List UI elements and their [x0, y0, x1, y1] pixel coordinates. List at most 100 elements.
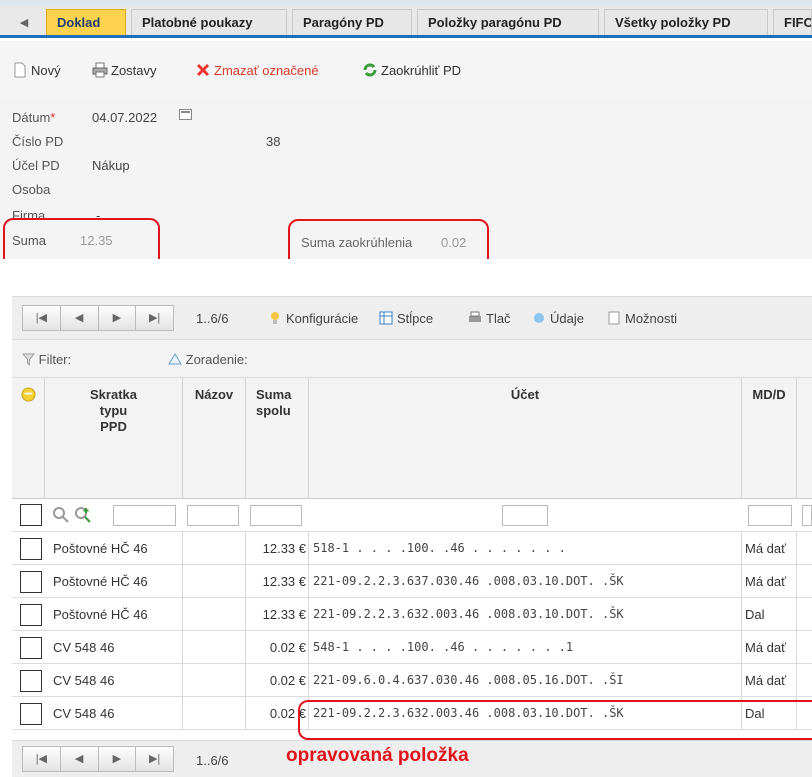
funnel-icon — [21, 353, 36, 367]
tab-paragony-pd[interactable]: Paragóny PD — [292, 9, 412, 35]
row-select — [12, 664, 45, 697]
cell-type: CV 548 46 — [45, 664, 183, 697]
document-toolbar: Nový Zostavy Zmazať označené Zaokrúhliť … — [0, 41, 812, 100]
first-page-icon[interactable]: |◀ — [23, 747, 61, 771]
number-value: 38 — [266, 134, 281, 149]
bottom-page-info: 1..6/6 — [196, 753, 229, 768]
last-page-icon[interactable]: ▶| — [136, 306, 173, 330]
filter-button[interactable]: Filter: — [21, 352, 71, 367]
data-button[interactable]: Údaje — [532, 311, 584, 326]
row-checkbox[interactable] — [20, 670, 42, 692]
round-label: Zaokrúhliť PD — [381, 63, 462, 78]
bulb-icon — [271, 312, 279, 324]
printer-icon — [92, 62, 108, 78]
tab-fifo[interactable]: FIFO — [773, 9, 812, 35]
cell-type: CV 548 46 — [45, 631, 183, 664]
row-checkbox[interactable] — [20, 571, 42, 593]
header-sum[interactable]: Suma spolu — [246, 378, 309, 498]
bottom-pager-buttons: |◀ ◀ ▶ ▶| — [22, 746, 174, 772]
config-button[interactable]: Konfigurácie — [268, 311, 358, 326]
cell-name — [183, 598, 246, 631]
cell-name — [183, 697, 246, 730]
table-row[interactable]: Poštovné HČ 46 12.33 € 221-09.2.2.3.637.… — [12, 565, 812, 598]
document-icon — [14, 62, 26, 78]
print-button[interactable]: Tlač — [468, 311, 511, 326]
tab-platobne-poukazy[interactable]: Platobné poukazy — [131, 9, 287, 35]
header-extra — [797, 378, 812, 498]
purpose-label: Účel PD — [12, 158, 60, 173]
row-select — [12, 532, 45, 565]
reports-button[interactable]: Zostavy — [92, 61, 157, 81]
cell-name — [183, 631, 246, 664]
search-plus-icon[interactable] — [74, 506, 92, 524]
first-page-icon[interactable]: |◀ — [23, 306, 61, 330]
tab-polozky-paragonu-pd[interactable]: Položky paragónu PD — [417, 9, 599, 35]
cell-sum: 0.02 € — [246, 664, 309, 697]
cell-type: Poštovné HČ 46 — [45, 565, 183, 598]
next-page-icon[interactable]: ▶ — [99, 306, 137, 330]
cell-type: CV 548 46 — [45, 697, 183, 730]
page-info: 1..6/6 — [196, 311, 229, 326]
round-button[interactable]: Zaokrúhliť PD — [362, 61, 461, 81]
delete-selected-button[interactable]: Zmazať označené — [195, 61, 319, 81]
date-label: Dátum* — [12, 110, 56, 125]
delete-label: Zmazať označené — [214, 63, 319, 78]
table-row[interactable]: Poštovné HČ 46 12.33 € 221-09.2.2.3.632.… — [12, 598, 812, 631]
row-checkbox[interactable] — [20, 703, 42, 725]
tab-vsetky-polozky-pd[interactable]: Všetky položky PD — [604, 9, 768, 35]
cell-account: 518-1 . . . .100. .46 . . . . . . . — [309, 532, 742, 565]
account-filter-input[interactable] — [502, 505, 548, 526]
name-filter-input[interactable] — [187, 505, 239, 526]
header-name[interactable]: Názov — [183, 378, 246, 498]
type-filter-input[interactable] — [113, 505, 176, 526]
header-mdd[interactable]: MD/D — [742, 378, 797, 498]
number-label: Číslo PD — [12, 134, 64, 149]
table-row[interactable]: Poštovné HČ 46 12.33 € 518-1 . . . .100.… — [12, 532, 812, 565]
calendar-icon[interactable] — [179, 109, 192, 120]
tab-bar: ◀ Doklad Platobné poukazy Paragóny PD Po… — [0, 6, 812, 38]
row-select — [12, 697, 45, 730]
select-all-checkbox[interactable] — [20, 504, 42, 526]
grid-filter-row — [12, 498, 812, 532]
cell-account: 221-09.2.2.3.637.030.46 .008.03.10.DOT. … — [309, 565, 742, 598]
last-page-icon[interactable]: ▶| — [136, 747, 173, 771]
search-icon[interactable] — [52, 506, 70, 524]
options-button[interactable]: Možnosti — [607, 311, 677, 326]
tab-doklad[interactable]: Doklad — [46, 9, 126, 35]
sort-button[interactable]: Zoradenie: — [168, 352, 248, 367]
header-type[interactable]: Skratka typu PPD — [45, 378, 183, 498]
row-select — [12, 631, 45, 664]
annotation-corrected-item: opravovaná položka — [286, 745, 469, 766]
prev-page-icon[interactable]: ◀ — [61, 306, 99, 330]
section-divider — [0, 259, 812, 295]
table-row[interactable]: CV 548 46 0.02 € 548-1 . . . .100. .46 .… — [12, 631, 812, 664]
sort-triangle-icon — [168, 353, 182, 365]
row-checkbox[interactable] — [20, 637, 42, 659]
extra-filter-input[interactable] — [802, 505, 812, 526]
new-button[interactable]: Nový — [12, 61, 61, 81]
tab-scroll-left-icon[interactable]: ◀ — [10, 12, 38, 34]
cell-account: 221-09.6.0.4.637.030.46 .008.05.16.DOT. … — [309, 664, 742, 697]
cell-type: Poštovné HČ 46 — [45, 598, 183, 631]
cell-sum: 0.02 € — [246, 631, 309, 664]
prev-page-icon[interactable]: ◀ — [61, 747, 99, 771]
sum-filter-input[interactable] — [250, 505, 302, 526]
grid-header: Skratka typu PPD Názov Suma spolu Účet M… — [12, 378, 812, 498]
highlight-corrected-row — [298, 700, 812, 740]
row-checkbox[interactable] — [20, 538, 42, 560]
cell-mdd: Má dať — [742, 532, 797, 565]
row-select — [12, 598, 45, 631]
options-icon — [608, 311, 620, 325]
cell-sum: 12.33 € — [246, 565, 309, 598]
cell-name — [183, 565, 246, 598]
date-field[interactable]: 04.07.2022 — [92, 110, 157, 125]
columns-button[interactable]: Stĺpce — [379, 311, 433, 326]
pager-buttons: |◀ ◀ ▶ ▶| — [22, 305, 174, 331]
next-page-icon[interactable]: ▶ — [99, 747, 137, 771]
row-checkbox[interactable] — [20, 604, 42, 626]
table-row[interactable]: CV 548 46 0.02 € 221-09.6.0.4.637.030.46… — [12, 664, 812, 697]
header-account[interactable]: Účet — [309, 378, 742, 498]
cell-sum: 12.33 € — [246, 532, 309, 565]
cell-name — [183, 664, 246, 697]
mdd-filter-input[interactable] — [748, 505, 792, 526]
